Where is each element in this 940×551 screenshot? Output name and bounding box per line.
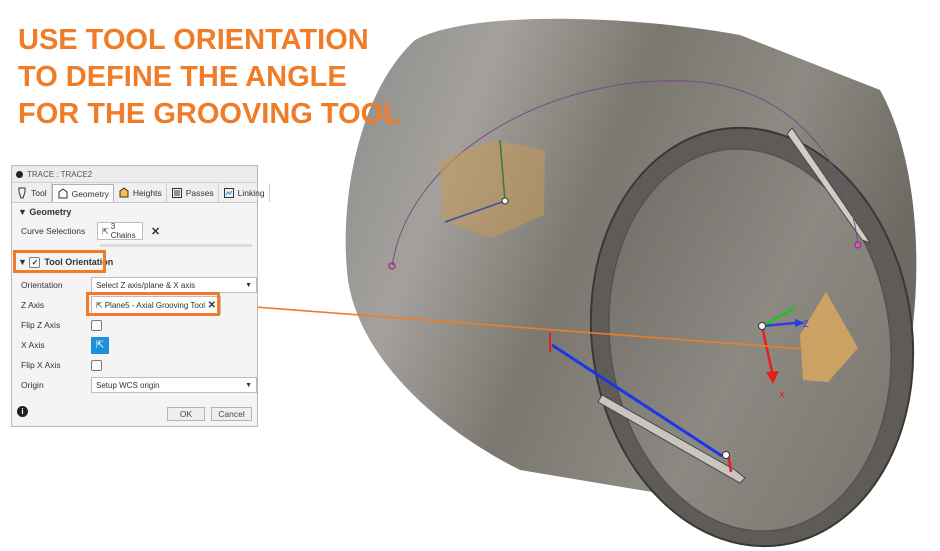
origin-label: Origin: [21, 380, 44, 390]
flip-z-row: Flip Z Axis: [12, 315, 257, 335]
curve-selections-value: 3 Chains: [110, 222, 136, 240]
clear-selection-icon[interactable]: ✕: [151, 225, 160, 238]
headline-line-3: FOR THE GROOVING TOOL: [18, 98, 401, 130]
curve-selections-button[interactable]: ⇱ 3 Chains: [97, 222, 143, 240]
headline: USE TOOL ORIENTATION TO DEFINE THE ANGLE…: [18, 22, 401, 133]
z-axis-label: Z Axis: [21, 300, 45, 310]
tool-orientation-header[interactable]: ▼ ✓ Tool Orientation: [12, 250, 257, 273]
dialog-footer: i OK Cancel: [12, 402, 257, 426]
dialog-titlebar[interactable]: TRACE : TRACE2: [12, 166, 257, 183]
ok-button[interactable]: OK: [167, 407, 205, 421]
x-axis-row: X Axis ⇱: [12, 335, 257, 355]
tab-label: Geometry: [71, 188, 109, 199]
flip-x-checkbox[interactable]: [91, 359, 102, 371]
z-axis-label: Z: [803, 319, 809, 329]
cancel-button[interactable]: Cancel: [211, 407, 252, 421]
headline-line-2: TO DEFINE THE ANGLE: [18, 61, 347, 93]
info-icon[interactable]: i: [17, 406, 28, 417]
dialog-tabs: Tool Geometry Heights Passes Linking: [12, 183, 270, 203]
x-axis-label: X: [779, 390, 785, 400]
curve-selections-label: Curve Selections: [21, 226, 86, 236]
x-axis-label: X Axis: [21, 340, 45, 350]
flip-z-checkbox[interactable]: [91, 319, 102, 331]
origin-row: Origin Setup WCS origin ▼: [12, 375, 257, 395]
collapse-triangle-icon[interactable]: ▼: [18, 207, 29, 217]
passes-icon: [171, 187, 182, 198]
tab-linking[interactable]: Linking: [219, 183, 270, 202]
tab-tool[interactable]: Tool: [12, 183, 52, 202]
tool-icon: [18, 187, 26, 198]
tab-passes[interactable]: Passes: [167, 183, 219, 202]
tab-heights[interactable]: Heights: [114, 183, 167, 202]
trace-dialog: TRACE : TRACE2 Tool Geometry Heights Pas…: [11, 165, 270, 427]
tab-label: Linking: [237, 187, 265, 198]
heights-icon: [119, 186, 129, 197]
flip-x-label: Flip X Axis: [21, 360, 61, 370]
geometry-section-header[interactable]: ▼ Geometry: [12, 203, 257, 221]
headline-line-1: USE TOOL ORIENTATION: [18, 24, 369, 56]
origin-value: Setup WCS origin: [96, 380, 160, 390]
x-axis-select-button[interactable]: ⇱: [91, 336, 109, 354]
section-divider: [100, 244, 252, 247]
z-axis-highlight: [86, 292, 220, 316]
tab-label: Heights: [132, 187, 162, 198]
orientation-select[interactable]: Select Z axis/plane & X axis ▼: [91, 277, 257, 293]
dialog-title: TRACE : TRACE2: [27, 169, 93, 179]
tab-geometry[interactable]: Geometry: [51, 184, 114, 202]
geometry-section-title: Geometry: [29, 207, 72, 217]
orientation-label: Orientation: [21, 280, 63, 290]
tab-label: Tool: [31, 187, 47, 198]
cylinder-part[interactable]: [345, 18, 940, 551]
geometry-icon: [58, 187, 68, 198]
tool-orientation-highlight: [13, 250, 106, 273]
cursor-icon: ⇱: [102, 226, 109, 236]
flip-z-label: Flip Z Axis: [21, 320, 61, 330]
origin-select[interactable]: Setup WCS origin ▼: [91, 377, 257, 393]
tab-label: Passes: [185, 187, 214, 198]
dropdown-arrow-icon: ▼: [245, 281, 252, 289]
linking-icon: [223, 187, 234, 198]
orientation-value: Select Z axis/plane & X axis: [96, 280, 196, 290]
flip-x-row: Flip X Axis: [12, 355, 257, 375]
cursor-icon: ⇱: [95, 339, 105, 351]
z-axis-row: Z Axis ⇱ Plane5 - Axial Grooving Tool ✕: [12, 292, 257, 316]
dropdown-arrow-icon: ▼: [245, 381, 252, 389]
dialog-close-icon[interactable]: [16, 170, 23, 178]
curve-selections-row: Curve Selections ⇱ 3 Chains ✕: [12, 221, 257, 241]
